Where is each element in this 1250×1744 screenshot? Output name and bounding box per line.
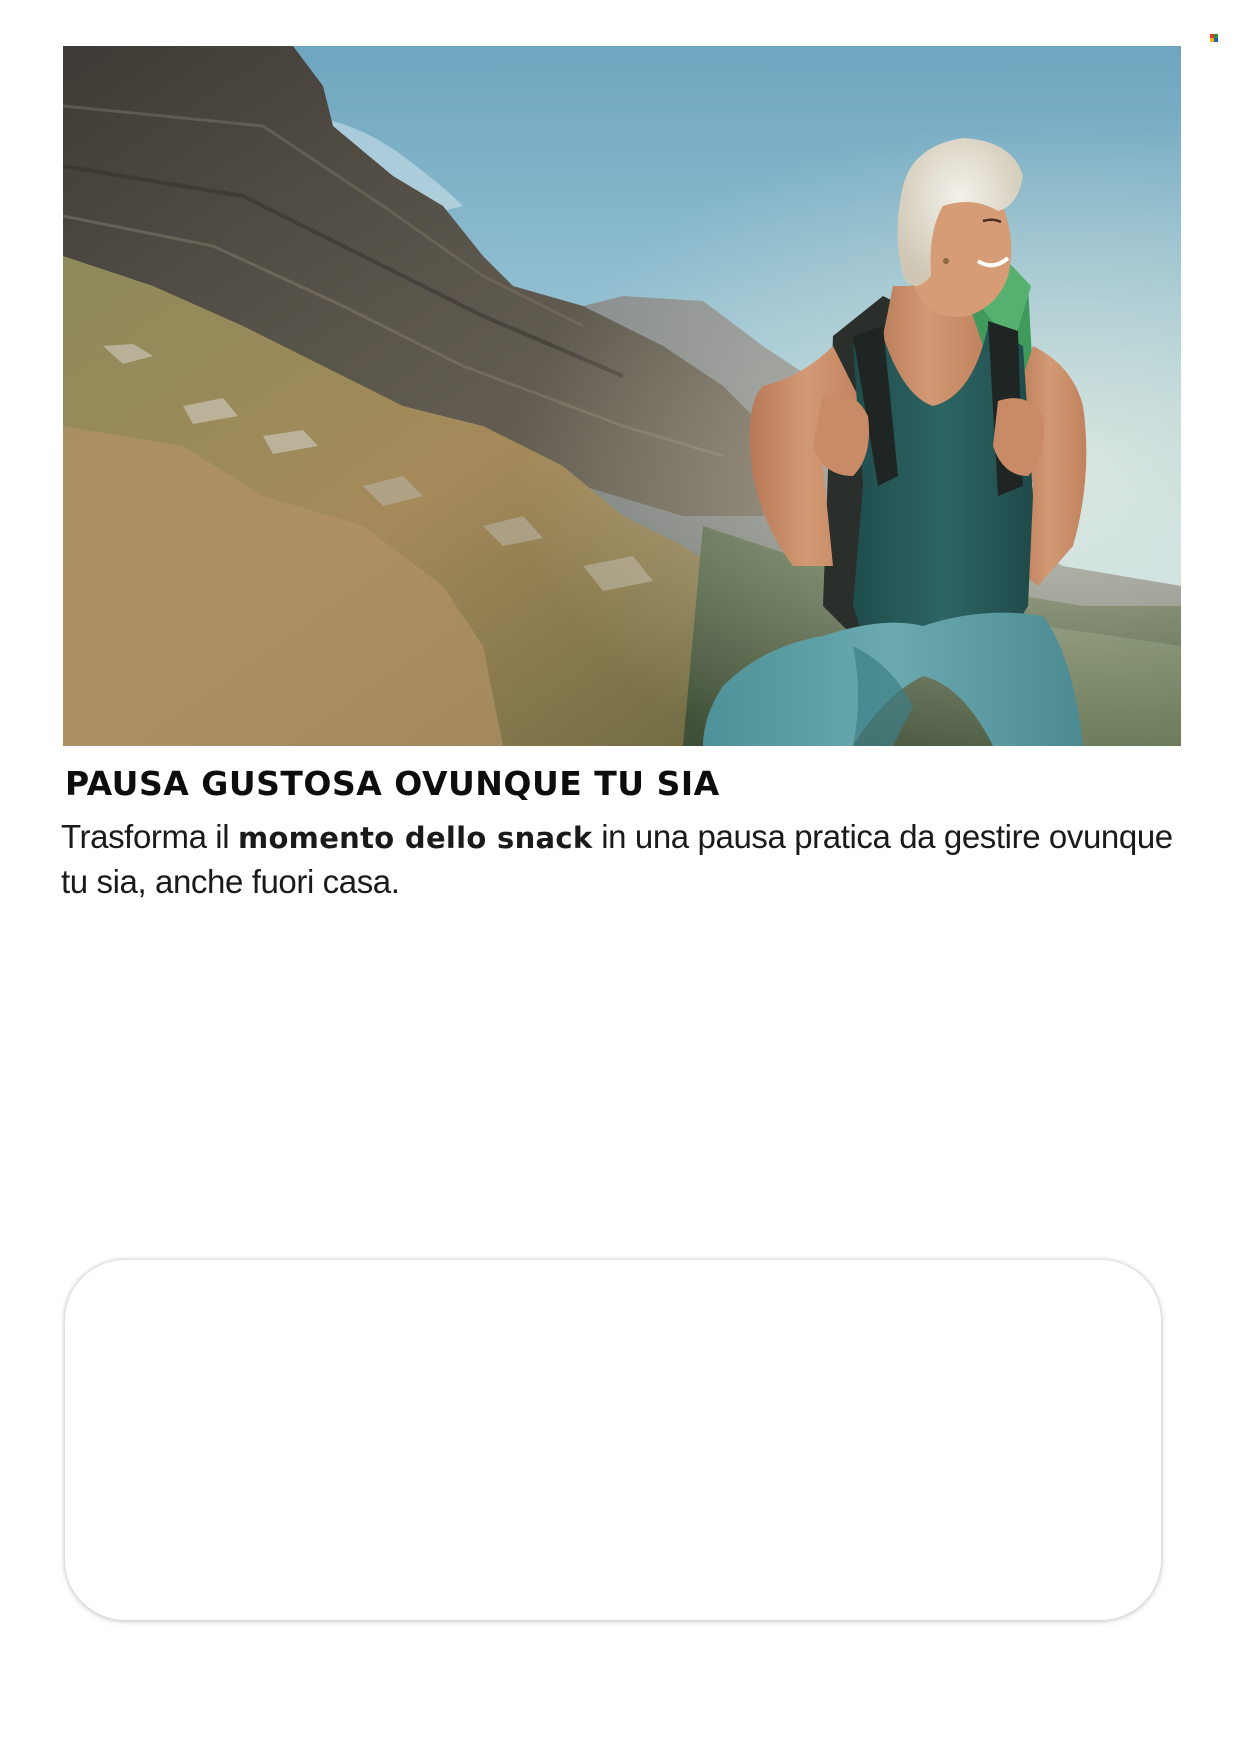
body-text-highlight: momento dello snack: [237, 821, 593, 855]
body-paragraph: Trasforma il momento dello snack in una …: [61, 815, 1191, 903]
body-text-intro: Trasforma il: [61, 818, 238, 855]
hero-photo: [63, 46, 1181, 746]
corner-color-mark: [1210, 34, 1218, 42]
empty-content-card: [65, 1260, 1161, 1620]
headline: PAUSA GUSTOSA OVUNQUE TU SIA: [65, 764, 720, 803]
